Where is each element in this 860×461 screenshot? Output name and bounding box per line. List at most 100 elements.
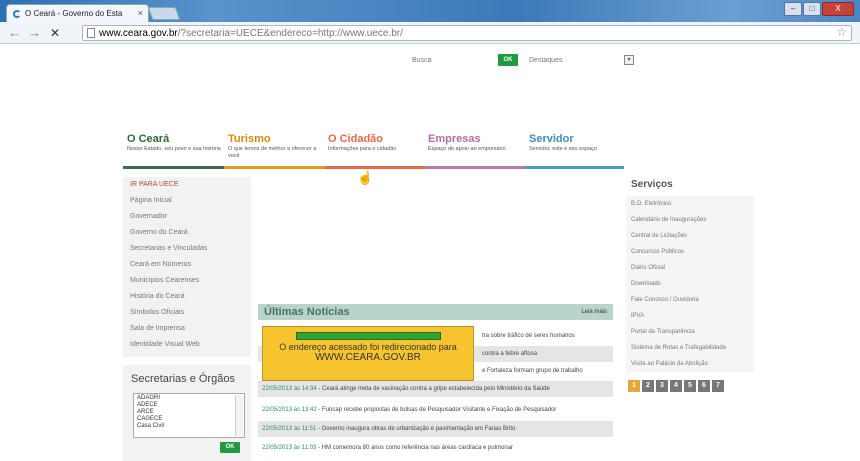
- sidebar-item-municipios[interactable]: Municípios Cearenses: [123, 273, 251, 289]
- destaques-dropdown-icon[interactable]: ▾: [624, 55, 634, 65]
- servicos-panel: Serviços B.O. Eletrônico Calendário de I…: [626, 179, 754, 372]
- servico-link[interactable]: Fale Conosco / Ouvidoria: [626, 292, 754, 308]
- news-more-link[interactable]: Leia mais: [581, 309, 607, 315]
- servico-link[interactable]: Sistema de Rotas e Trafegabilidade: [626, 340, 754, 356]
- list-item[interactable]: CAGECE: [137, 416, 241, 423]
- sidebar-item-identidade[interactable]: Identidade Visual Web: [123, 337, 251, 353]
- browser-tab[interactable]: O Ceará - Governo do Esta ×: [6, 4, 149, 22]
- tab-close-icon[interactable]: ×: [138, 8, 143, 18]
- nav-servidor[interactable]: Servidor Servidor, este é seu espaço: [529, 133, 624, 153]
- maximize-button[interactable]: □: [803, 2, 821, 16]
- servico-link[interactable]: Visita ao Palácio da Abolição: [626, 356, 754, 372]
- page-button-3[interactable]: 3: [656, 380, 668, 392]
- news-text: e Fortaleza formam grupo de trabalho: [482, 368, 583, 374]
- address-bar[interactable]: www.ceara.gov.br /?secretaria=UECE&ender…: [82, 25, 852, 41]
- redirect-message: O endereço acessado foi redirecionado pa…: [279, 342, 457, 352]
- servicos-pager: 1 2 3 4 5 6 7: [628, 380, 724, 392]
- news-text: - Governo inaugura obras de urbanização …: [316, 426, 516, 432]
- sidebar-item-historia[interactable]: História do Ceará: [123, 289, 251, 305]
- news-item[interactable]: 22/05/2013 às 11:03 - HM comemora 80 ano…: [258, 440, 613, 456]
- nav-desc: Informações para o cidadão: [328, 146, 397, 152]
- servico-link[interactable]: Calendário de Inaugurações: [626, 212, 754, 228]
- servico-link[interactable]: Central de Licitações: [626, 228, 754, 244]
- news-date: 22/05/2013 às 13:42: [262, 407, 317, 413]
- nav-turismo[interactable]: Turismo O que temos de melhor a oferecer…: [228, 133, 323, 160]
- nav-title: Turismo: [228, 133, 271, 145]
- sidebar-item-secretarias[interactable]: Secretarias e Vinculadas: [123, 241, 251, 257]
- servico-link[interactable]: IPVA: [626, 308, 754, 324]
- news-item[interactable]: 22/05/2013 às 14:34 - Ceará atinge meta …: [258, 381, 613, 397]
- listbox-scrollbar[interactable]: [235, 395, 243, 436]
- page-icon: [87, 28, 95, 38]
- nav-desc: Nosso Estado, seu povo e sua história: [127, 146, 221, 152]
- news-item[interactable]: 22/05/2013 às 13:42 - Funcap recebe prop…: [258, 402, 613, 418]
- sidebar-item-imprensa[interactable]: Sala de Imprensa: [123, 321, 251, 337]
- servicos-title: Serviços: [631, 179, 673, 190]
- secretarias-listbox[interactable]: ADAGRI ADECE ARCE CAGECE Casa Civil: [133, 393, 245, 438]
- nav-bar-turismo: [224, 166, 325, 169]
- nav-title: O Ceará: [127, 133, 170, 145]
- servico-link[interactable]: Portal da Transparência: [626, 324, 754, 340]
- bookmark-star-icon[interactable]: ☆: [836, 25, 847, 39]
- nav-title: Servidor: [529, 133, 574, 145]
- news-date: 22/05/2013 às 14:34: [262, 386, 317, 392]
- servico-link[interactable]: B.O. Eletrônico: [626, 196, 754, 212]
- secretarias-box: Secretarias e Órgãos ADAGRI ADECE ARCE C…: [123, 365, 251, 461]
- secretarias-title: Secretarias e Órgãos: [131, 373, 235, 385]
- nav-desc: O que temos de melhor a oferecer a você: [228, 146, 317, 159]
- news-date: 22/05/2013 às 11:51: [262, 426, 317, 432]
- minimize-button[interactable]: –: [784, 2, 802, 16]
- page-button-2[interactable]: 2: [642, 380, 654, 392]
- destaques-label: Destaques: [529, 57, 563, 64]
- page-button-1[interactable]: 1: [628, 380, 640, 392]
- search-ok-button[interactable]: OK: [498, 54, 518, 66]
- nav-empresas[interactable]: Empresas Espaço de apoio ao empresário: [428, 133, 523, 153]
- sidebar-item-governo[interactable]: Governo do Ceará: [123, 225, 251, 241]
- nav-desc: Servidor, este é seu espaço: [529, 146, 597, 152]
- list-item[interactable]: Casa Civil: [137, 423, 241, 430]
- news-text: tra sobre tráfico de seres humanos: [482, 333, 575, 339]
- browser-toolbar: ← → ✕ www.ceara.gov.br /?secretaria=UECE…: [0, 22, 860, 44]
- servico-link[interactable]: Downloads: [626, 276, 754, 292]
- news-date: 22/05/2013 às 11:03: [262, 445, 317, 451]
- nav-title: O Cidadão: [328, 133, 384, 145]
- nav-title: Empresas: [428, 133, 481, 145]
- tab-title: O Ceará - Governo do Esta: [25, 9, 123, 18]
- loading-icon: [13, 9, 21, 18]
- nav-desc: Espaço de apoio ao empresário: [428, 146, 506, 152]
- url-path: /?secretaria=UECE&endereco=http://www.ue…: [177, 27, 403, 39]
- news-text: - Ceará atinge meta de vacinação contra …: [316, 386, 550, 392]
- sidebar-item-ceara-numeros[interactable]: Ceará em Números: [123, 257, 251, 273]
- page-button-7[interactable]: 7: [712, 380, 724, 392]
- window-close-button[interactable]: X: [822, 2, 854, 16]
- news-item[interactable]: 22/05/2013 às 11:51 - Governo inaugura o…: [258, 421, 613, 437]
- page-button-4[interactable]: 4: [670, 380, 682, 392]
- page-content: Busca OK Destaques ▾ O Ceará Nosso Estad…: [0, 44, 860, 461]
- page-button-6[interactable]: 6: [698, 380, 710, 392]
- news-header: Últimas Notícias Leia mais: [258, 304, 613, 320]
- servico-link[interactable]: Concursos Públicos: [626, 244, 754, 260]
- forward-icon[interactable]: →: [28, 25, 41, 41]
- list-item[interactable]: ADECE: [137, 402, 241, 409]
- secretarias-ok-button[interactable]: OK: [220, 442, 240, 453]
- sidebar-item-governador[interactable]: Governador: [123, 209, 251, 225]
- nav-o-ceara[interactable]: O Ceará Nosso Estado, seu povo e sua his…: [127, 133, 222, 153]
- sidebar-item-simbolos[interactable]: Símbolos Oficiais: [123, 305, 251, 321]
- servico-link[interactable]: Diário Oficial: [626, 260, 754, 276]
- news-text: - Funcap recebe propostas de bolsas de P…: [316, 407, 557, 413]
- sidebar-item-ir-para-uece[interactable]: IR PARA UECE: [123, 177, 251, 193]
- stop-icon[interactable]: ✕: [50, 25, 60, 41]
- nav-o-cidadao[interactable]: O Cidadão Informações para o cidadão: [328, 133, 423, 153]
- back-icon[interactable]: ←: [8, 25, 21, 41]
- hand-cursor-icon: ☝: [357, 170, 374, 185]
- window-controls: – □ X: [784, 2, 854, 16]
- page-button-5[interactable]: 5: [684, 380, 696, 392]
- list-item[interactable]: ADAGRI: [137, 395, 241, 402]
- redirect-url: WWW.CEARA.GOV.BR: [315, 352, 421, 363]
- sidebar-item-pagina-inicial[interactable]: Página Inicial: [123, 193, 251, 209]
- news-text: contra a febre aftosa: [482, 351, 538, 357]
- nav-bar-empresas: [426, 166, 526, 169]
- new-tab-button[interactable]: [147, 7, 181, 20]
- news-text: - HM comemora 80 anos como referência na…: [316, 445, 514, 451]
- list-item[interactable]: ARCE: [137, 409, 241, 416]
